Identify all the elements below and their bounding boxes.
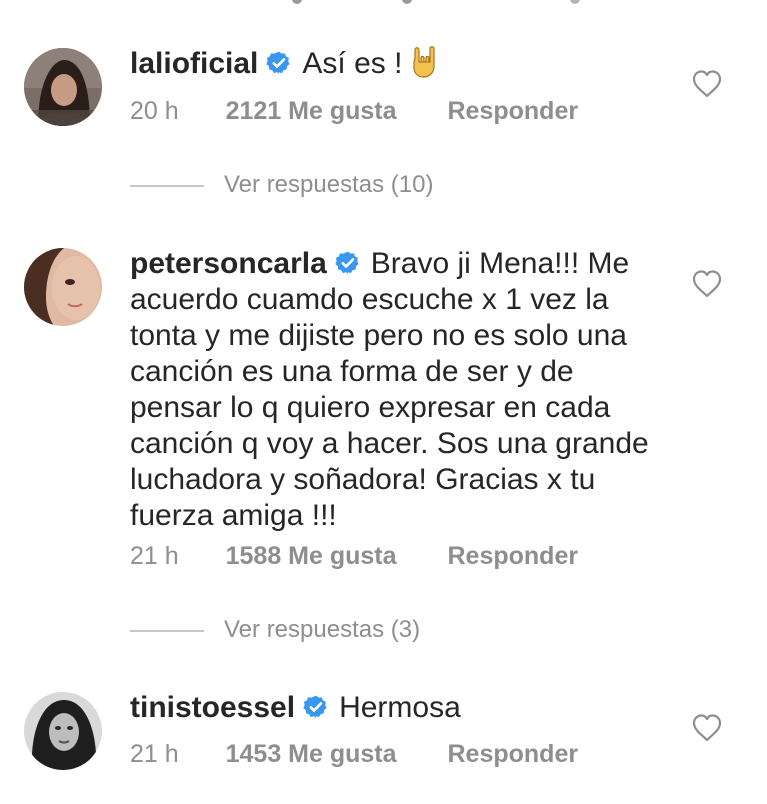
like-button[interactable] bbox=[692, 70, 722, 98]
comment-body: Bravo ji Mena!!! Me acuerdo cuamdo escuc… bbox=[130, 247, 649, 532]
view-replies-label: Ver respuestas (3) bbox=[224, 616, 421, 643]
replies-divider-line bbox=[130, 629, 204, 632]
username-link[interactable]: petersoncarla bbox=[130, 247, 327, 280]
previous-comment-fragment bbox=[0, 0, 767, 14]
comment-meta: 21 h 1588 Me gusta Responder bbox=[130, 541, 578, 571]
heart-outline-icon bbox=[692, 70, 722, 98]
avatar[interactable] bbox=[24, 692, 102, 770]
likes-count-link[interactable]: 1588 Me gusta bbox=[226, 541, 397, 571]
cropped-emoji-fragment bbox=[402, 0, 412, 4]
comment-meta: 20 h 2121 Me gusta Responder bbox=[130, 96, 578, 126]
comment-text: petersoncarla Bravo ji Mena!!! Me acuerdo… bbox=[130, 246, 650, 534]
username-link[interactable]: lalioficial bbox=[130, 47, 258, 80]
avatar[interactable] bbox=[24, 48, 102, 126]
sign-of-the-horns-icon bbox=[410, 46, 438, 78]
comment-text: tinistoessel Hermosa bbox=[130, 690, 650, 726]
verified-badge-icon bbox=[335, 250, 361, 276]
heart-outline-icon bbox=[692, 714, 722, 742]
cropped-emoji-fragment bbox=[292, 0, 302, 4]
heart-outline-icon bbox=[692, 270, 722, 298]
comment-time: 21 h bbox=[130, 542, 179, 570]
view-replies-button[interactable]: Ver respuestas (3) bbox=[130, 615, 420, 645]
replies-divider-line bbox=[130, 184, 204, 187]
comment-time: 20 h bbox=[130, 97, 179, 125]
comment-text: lalioficial Así es ! bbox=[130, 46, 650, 82]
view-replies-label: Ver respuestas (10) bbox=[224, 171, 434, 198]
view-replies-button[interactable]: Ver respuestas (10) bbox=[130, 170, 433, 200]
comment-time: 21 h bbox=[130, 740, 179, 768]
like-button[interactable] bbox=[692, 270, 722, 298]
reply-button[interactable]: Responder bbox=[448, 739, 579, 769]
cropped-emoji-fragment bbox=[570, 0, 580, 4]
likes-count-link[interactable]: 2121 Me gusta bbox=[226, 96, 397, 126]
comment-body: Hermosa bbox=[339, 691, 461, 724]
comment-body: Así es ! bbox=[302, 47, 403, 80]
reply-button[interactable]: Responder bbox=[448, 96, 579, 126]
username-link[interactable]: tinistoessel bbox=[130, 691, 295, 724]
verified-badge-icon bbox=[303, 694, 329, 720]
likes-count-link[interactable]: 1453 Me gusta bbox=[226, 739, 397, 769]
reply-button[interactable]: Responder bbox=[448, 541, 579, 571]
like-button[interactable] bbox=[692, 714, 722, 742]
comment-meta: 21 h 1453 Me gusta Responder bbox=[130, 739, 578, 769]
avatar[interactable] bbox=[24, 248, 102, 326]
verified-badge-icon bbox=[266, 50, 292, 76]
